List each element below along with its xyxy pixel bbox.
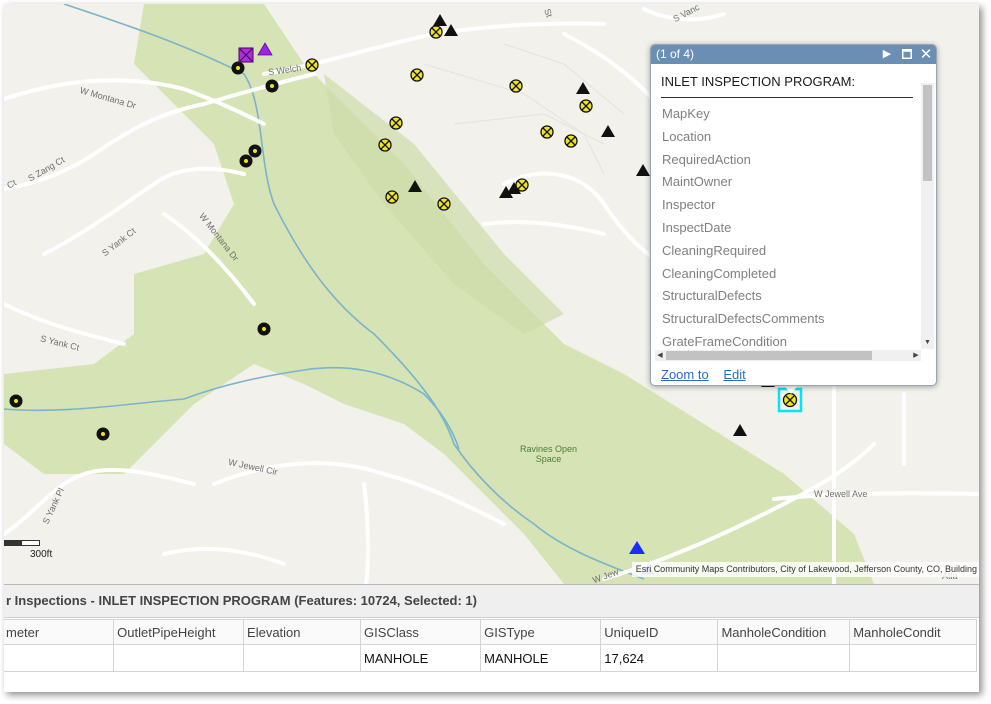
next-arrow-icon[interactable]: ▶ xyxy=(880,45,894,64)
table-cell[interactable] xyxy=(243,644,362,672)
scale-label: 300ft xyxy=(30,549,53,560)
inlet-symbol xyxy=(265,79,279,93)
popup-field-label: CleaningCompleted xyxy=(662,265,777,281)
popup-field-label: MaintOwner xyxy=(662,174,733,190)
popup-title: INLET INSPECTION PROGRAM: xyxy=(661,74,856,89)
column-header[interactable]: ManholeCondition xyxy=(717,619,851,645)
edit-link[interactable]: Edit xyxy=(723,367,745,382)
manhole-symbol xyxy=(437,197,451,211)
scroll-left-arrow-icon[interactable]: ◀ xyxy=(655,350,665,361)
street-label: W Jewell Ave xyxy=(814,489,868,499)
column-header[interactable]: UniqueID xyxy=(600,619,719,645)
inlet-symbol xyxy=(239,154,253,168)
popup-field-label: GrateFrameCondition xyxy=(662,333,787,349)
manhole-symbol xyxy=(305,58,319,72)
table-cell[interactable] xyxy=(4,644,115,672)
scroll-right-arrow-icon[interactable]: ▶ xyxy=(911,350,921,361)
popup-counter: (1 of 4) xyxy=(656,47,695,61)
scroll-down-arrow-icon[interactable]: ▼ xyxy=(921,339,934,349)
popup-field-list[interactable]: MapKey Location RequiredAction MaintOwne… xyxy=(662,103,920,349)
popup-field-label: Inspector xyxy=(662,197,716,213)
table-row[interactable]: MANHOLE MANHOLE 17,624 xyxy=(4,644,977,672)
attribute-table-title: r Inspections - INLET INSPECTION PROGRAM… xyxy=(4,585,979,618)
popup-divider xyxy=(661,97,913,98)
popup-horizontal-scrollbar[interactable]: ◀ ▶ xyxy=(655,350,921,361)
app-frame: S Welch W Montana Dr S Zang Ct S Yank Ct… xyxy=(4,4,979,692)
column-header[interactable]: OutletPipeHeight xyxy=(113,619,245,645)
scale-bar-graphic xyxy=(4,540,40,546)
table-cell[interactable]: MANHOLE xyxy=(360,644,482,672)
popup-field-label: RequiredAction xyxy=(662,151,751,167)
popup-field-label: StructuralDefectsComments xyxy=(662,311,825,327)
column-header[interactable]: Elevation xyxy=(243,619,362,645)
manhole-symbol xyxy=(579,99,593,113)
popup-header: (1 of 4) ▶ ✕ xyxy=(651,45,936,64)
scale-bar: 300ft xyxy=(4,537,52,563)
inlet-symbol xyxy=(248,144,262,158)
table-cell[interactable] xyxy=(849,644,977,672)
attribute-table: meter OutletPipeHeight Elevation GISClas… xyxy=(4,619,977,672)
inlet-symbol xyxy=(257,322,271,336)
inlet-symbol xyxy=(231,61,245,75)
close-icon[interactable]: ✕ xyxy=(919,45,933,64)
table-header-row: meter OutletPipeHeight Elevation GISClas… xyxy=(4,619,977,645)
manhole-symbol xyxy=(509,79,523,93)
map-view[interactable]: S Welch W Montana Dr S Zang Ct S Yank Ct… xyxy=(4,4,979,585)
manhole-symbol xyxy=(389,116,403,130)
manhole-symbol xyxy=(540,125,554,139)
zoom-to-link[interactable]: Zoom to xyxy=(661,367,709,382)
manhole-symbol xyxy=(385,190,399,204)
column-header[interactable]: GISType xyxy=(480,619,602,645)
inlet-symbol xyxy=(96,427,110,441)
manhole-symbol xyxy=(429,25,443,39)
map-attribution: Esri Community Maps Contributors, City o… xyxy=(631,562,979,577)
table-cell[interactable]: 17,624 xyxy=(600,644,719,672)
manhole-symbol xyxy=(410,68,424,82)
inlet-symbol xyxy=(9,394,23,408)
table-cell[interactable] xyxy=(113,644,245,672)
popup-field-label: MapKey xyxy=(662,106,710,121)
maximize-icon[interactable] xyxy=(900,45,914,64)
purple-square-symbol xyxy=(238,47,254,63)
popup-field-label: InspectDate xyxy=(662,219,732,235)
popup-field-label: CleaningRequired xyxy=(662,242,767,258)
column-header[interactable]: GISClass xyxy=(360,619,482,645)
popup-field-label: Location xyxy=(662,128,712,144)
popup-vertical-scrollbar[interactable]: ▼ xyxy=(921,83,934,349)
scrollbar-thumb[interactable] xyxy=(666,351,872,360)
scrollbar-thumb[interactable] xyxy=(923,85,932,181)
popup-actions: Zoom to Edit xyxy=(661,367,757,382)
column-header[interactable]: ManholeCondit xyxy=(849,619,977,645)
attribute-table-panel: r Inspections - INLET INSPECTION PROGRAM… xyxy=(4,584,979,692)
table-cell[interactable]: MANHOLE xyxy=(480,644,602,672)
park-label: Ravines Open Space xyxy=(520,444,578,464)
table-cell[interactable] xyxy=(717,644,851,672)
column-header[interactable]: meter xyxy=(4,619,115,645)
manhole-symbol xyxy=(378,138,392,152)
feature-popup: (1 of 4) ▶ ✕ INLET INSPECTION PROGRAM: M… xyxy=(650,44,937,386)
manhole-symbol xyxy=(564,134,578,148)
popup-field-label: StructuralDefects xyxy=(662,288,762,304)
